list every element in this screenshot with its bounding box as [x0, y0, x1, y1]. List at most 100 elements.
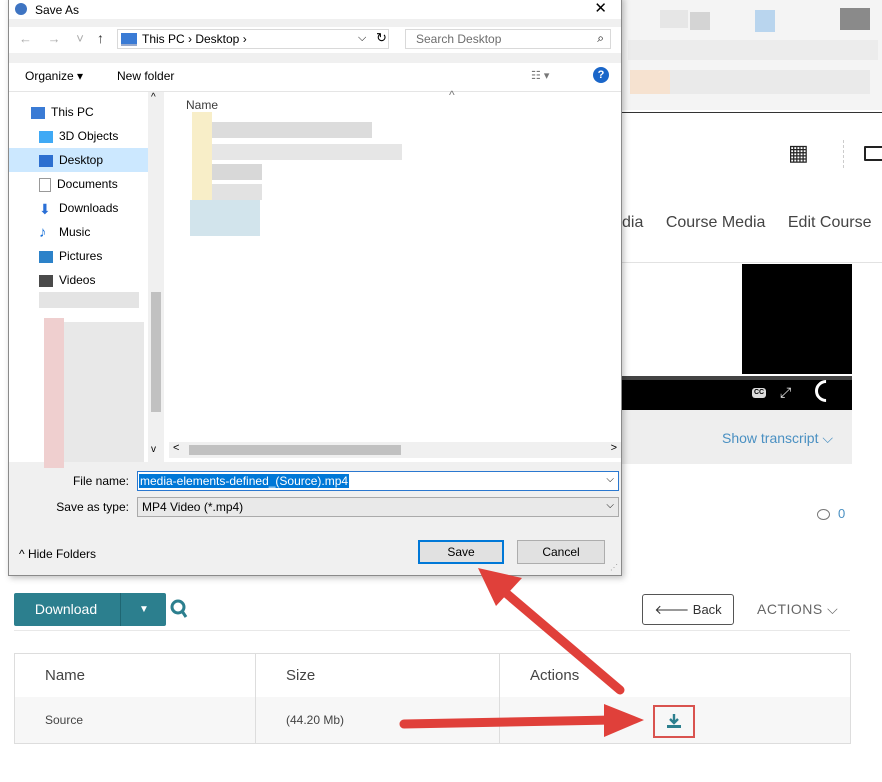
comment-counter[interactable]: 0 — [817, 506, 845, 521]
obscured-file — [212, 164, 262, 180]
3d-objects-icon — [39, 130, 53, 143]
organize-menu[interactable]: Organize ▾ — [25, 69, 83, 83]
nav-item-media[interactable]: dia — [622, 214, 643, 231]
address-history-icon[interactable]: ⌵ — [358, 32, 366, 45]
refresh-icon[interactable]: ↻ — [376, 30, 387, 46]
search-placeholder: Search Desktop — [416, 32, 502, 46]
scroll-right-icon[interactable]: > — [611, 442, 617, 454]
view-options-icon[interactable]: ☷ ▾ — [531, 69, 549, 82]
search-icon[interactable] — [170, 598, 188, 620]
videos-icon — [39, 274, 53, 287]
sidebar-item-label: Downloads — [59, 201, 119, 215]
desktop-icon — [39, 154, 53, 167]
download-file-button[interactable] — [653, 705, 695, 738]
pictures-icon — [39, 250, 53, 263]
dialog-title-bar[interactable]: Save As ✕ — [9, 0, 621, 19]
obscured-file — [212, 144, 402, 160]
up-folder-icon[interactable]: ↑ — [97, 30, 104, 46]
sidebar-item-label: Desktop — [59, 153, 104, 167]
nav-item-course-media[interactable]: Course Media — [666, 214, 766, 231]
sort-ascending-icon: ^ — [449, 88, 455, 102]
nav-item-edit-course[interactable]: Edit Course — [788, 214, 872, 231]
music-icon: ♪ — [39, 223, 47, 241]
show-transcript-link[interactable]: Show transcript ⌵ — [722, 430, 833, 447]
page-header-divider — [620, 112, 882, 113]
comment-icon — [817, 509, 830, 521]
section-divider — [14, 630, 850, 631]
back-button[interactable]: 🡐 Back — [642, 594, 734, 625]
documents-icon — [39, 177, 51, 192]
apps-grid-icon[interactable]: ▦ — [788, 140, 809, 166]
sidebar-item-label: 3D Objects — [59, 129, 119, 143]
mail-icon[interactable] — [864, 146, 882, 161]
address-bar[interactable]: This PC › Desktop › ⌵ ↻ — [117, 29, 389, 49]
download-button-group: Download ▼ — [14, 593, 166, 626]
sidebar-item-label: Music — [59, 225, 91, 239]
browser-icon — [15, 3, 27, 15]
close-icon[interactable]: ✕ — [594, 0, 607, 17]
save-type-select[interactable]: MP4 Video (*.mp4) ⌵ — [137, 497, 619, 517]
this-pc-icon — [31, 106, 45, 119]
scroll-up-icon[interactable]: ^ — [151, 92, 156, 103]
back-forward-icons[interactable]: ← → ˅ — [19, 31, 90, 46]
download-dropdown-toggle[interactable]: ▼ — [120, 593, 167, 626]
column-header-size: Size — [256, 654, 500, 697]
column-header-actions: Actions — [530, 667, 580, 684]
hide-folders-toggle[interactable]: ^ Hide Folders — [19, 547, 96, 561]
background-tab-strip — [620, 0, 882, 110]
sidebar-item-label: This PC — [51, 105, 94, 119]
obscured-item — [44, 318, 64, 468]
save-button[interactable]: Save — [418, 540, 504, 564]
file-list-hscrollbar[interactable]: < > — [169, 442, 621, 458]
sidebar-item-label: Videos — [59, 273, 96, 287]
dialog-toolbar: Organize ▾ New folder ☷ ▾ ? — [9, 63, 621, 92]
column-header-name[interactable]: Name — [186, 98, 218, 112]
new-folder-button[interactable]: New folder — [117, 69, 174, 83]
download-icon — [667, 714, 681, 728]
fullscreen-icon[interactable]: ⤢ — [780, 384, 791, 401]
video-player[interactable] — [742, 264, 852, 374]
address-row: ← → ˅ ↑ This PC › Desktop › ⌵ ↻ Search D… — [9, 27, 621, 53]
header-separator — [843, 140, 845, 168]
search-input[interactable]: Search Desktop ⌕ — [405, 29, 611, 49]
comment-count: 0 — [838, 506, 846, 521]
scroll-down-icon[interactable]: v — [151, 444, 156, 455]
save-as-dialog: Save As ✕ ← → ˅ ↑ This PC › Desktop › ⌵ … — [8, 0, 622, 576]
download-button[interactable]: Download — [14, 593, 118, 626]
obscured-file — [212, 122, 372, 138]
sidebar-item-label: Documents — [57, 177, 118, 191]
sidebar-item-label: Pictures — [59, 249, 103, 263]
breadcrumb[interactable]: This PC › Desktop › — [142, 32, 247, 46]
sidebar-item-this-pc[interactable]: This PC — [9, 100, 169, 124]
help-icon[interactable]: ? — [593, 67, 609, 83]
column-header-name: Name — [15, 654, 256, 697]
file-list: Name ^ — [164, 88, 621, 462]
table-header: Name Size Actions — [15, 654, 850, 698]
navigation-scrollbar[interactable]: ^ v — [148, 92, 164, 462]
scroll-thumb[interactable] — [151, 292, 161, 412]
obscured-file — [190, 200, 260, 236]
closed-captions-icon[interactable]: CC — [752, 388, 766, 398]
row-size: (44.20 Mb) — [256, 697, 500, 743]
chevron-down-icon[interactable]: ⌵ — [606, 474, 614, 485]
cancel-button[interactable]: Cancel — [517, 540, 605, 564]
nav-divider — [620, 262, 882, 263]
actions-menu[interactable]: ACTIONS ⌵ — [757, 601, 838, 618]
file-name-field[interactable]: media-elements-defined_(Source).mp4 ⌵ — [137, 471, 619, 491]
obscured-item — [39, 292, 139, 308]
save-type-value: MP4 Video (*.mp4) — [142, 500, 244, 514]
course-nav: dia Course Media Edit Course — [622, 214, 882, 250]
downloads-icon: ⬇ — [39, 200, 51, 217]
downloads-table: Name Size Actions Source (44.20 Mb) — [14, 653, 851, 744]
scroll-left-icon[interactable]: < — [173, 442, 179, 454]
obscured-item — [64, 322, 144, 462]
scroll-thumb[interactable] — [189, 445, 401, 455]
obscured-file — [212, 184, 262, 200]
file-name-value: media-elements-defined_(Source).mp4 — [139, 474, 350, 488]
resize-grip-icon[interactable]: ⋰ — [610, 563, 618, 572]
navigation-pane: This PC 3D Objects Desktop Documents ⬇ Do… — [9, 92, 177, 468]
search-icon: ⌕ — [597, 31, 604, 45]
this-pc-icon — [121, 33, 137, 46]
dialog-title: Save As — [35, 3, 80, 17]
file-name-label: File name: — [72, 474, 129, 488]
